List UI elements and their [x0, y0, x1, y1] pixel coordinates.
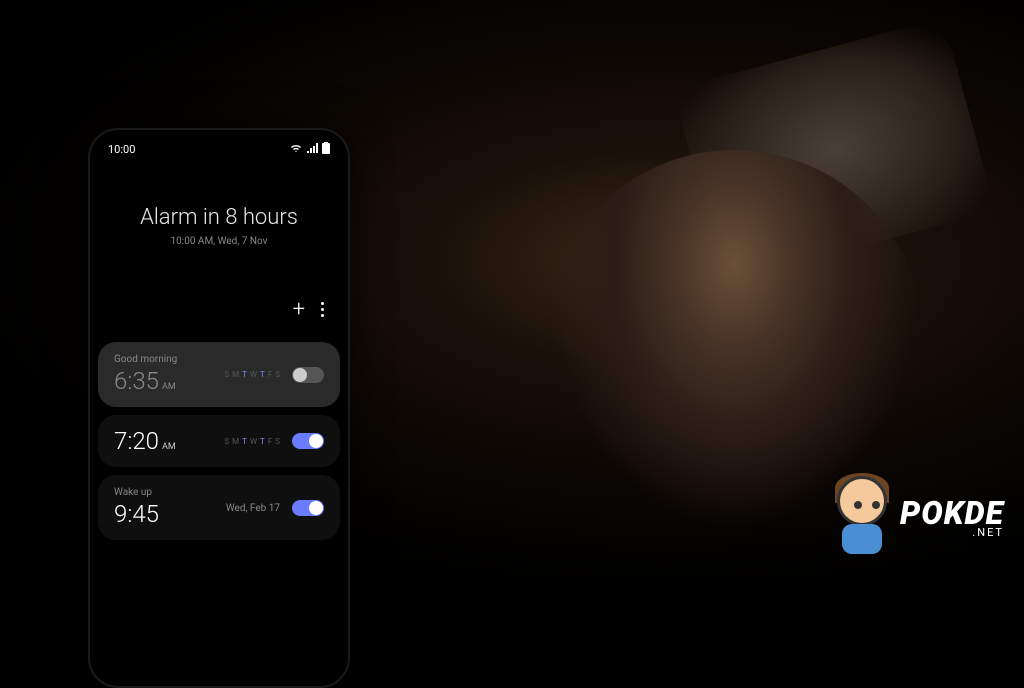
battery-icon: [322, 142, 330, 157]
alarm-time: 6:35: [114, 367, 159, 395]
alarm-toggle[interactable]: [292, 433, 324, 449]
day-t2: T: [260, 437, 265, 446]
alarm-info: 7:20 AM: [114, 427, 176, 455]
alarm-list: Good morning 6:35 AM S M T W T F S: [90, 334, 348, 548]
signal-icon: [306, 143, 318, 156]
alarm-card[interactable]: Good morning 6:35 AM S M T W T F S: [98, 342, 340, 407]
phone-mockup: 10:00 Alarm in 8 hours 10:00 AM, Wed, 7 …: [88, 128, 350, 688]
alarm-label: Wake up: [114, 487, 159, 498]
alarm-controls: S M T W T F S: [224, 367, 324, 383]
alarm-days: S M T W T F S: [224, 370, 280, 379]
page-title: Alarm in 8 hours: [110, 205, 328, 230]
add-alarm-button[interactable]: +: [293, 297, 305, 322]
alarm-header: Alarm in 8 hours 10:00 AM, Wed, 7 Nov: [90, 165, 348, 267]
alarm-date: Wed, Feb 17: [226, 503, 280, 514]
alarm-time: 7:20: [114, 427, 159, 455]
more-menu-button[interactable]: [321, 302, 324, 317]
day-f: F: [268, 370, 272, 379]
day-m: M: [232, 370, 239, 379]
alarm-days: S M T W T F S: [224, 437, 280, 446]
day-t: T: [242, 370, 247, 379]
alarm-info: Wake up 9:45: [114, 487, 159, 528]
status-time: 10:00: [108, 143, 135, 156]
alarm-controls: S M T W T F S: [224, 433, 324, 449]
site-logo: POKDE .NET: [832, 476, 1004, 556]
day-m: M: [232, 437, 239, 446]
alarm-toggle[interactable]: [292, 367, 324, 383]
day-s: S: [224, 370, 229, 379]
status-icons: [290, 142, 330, 157]
day-s2: S: [275, 370, 280, 379]
alarm-label: Good morning: [114, 354, 177, 365]
day-w: W: [250, 437, 257, 446]
alarm-info: Good morning 6:35 AM: [114, 354, 177, 395]
wifi-icon: [290, 143, 302, 156]
alarm-toggle[interactable]: [292, 500, 324, 516]
logo-mascot: [832, 476, 892, 556]
alarm-time: 9:45: [114, 500, 159, 528]
alarm-ampm: AM: [162, 442, 176, 452]
action-row: +: [90, 267, 348, 334]
alarm-controls: Wed, Feb 17: [226, 500, 324, 516]
status-bar: 10:00: [90, 130, 348, 165]
day-t2: T: [260, 370, 265, 379]
alarm-card[interactable]: Wake up 9:45 Wed, Feb 17: [98, 475, 340, 540]
day-s2: S: [275, 437, 280, 446]
day-w: W: [250, 370, 257, 379]
day-t: T: [242, 437, 247, 446]
alarm-card[interactable]: 7:20 AM S M T W T F S: [98, 415, 340, 467]
day-s: S: [224, 437, 229, 446]
alarm-ampm: AM: [162, 382, 176, 392]
day-f: F: [268, 437, 272, 446]
page-subtitle: 10:00 AM, Wed, 7 Nov: [110, 236, 328, 247]
logo-text: POKDE .NET: [900, 494, 1004, 539]
